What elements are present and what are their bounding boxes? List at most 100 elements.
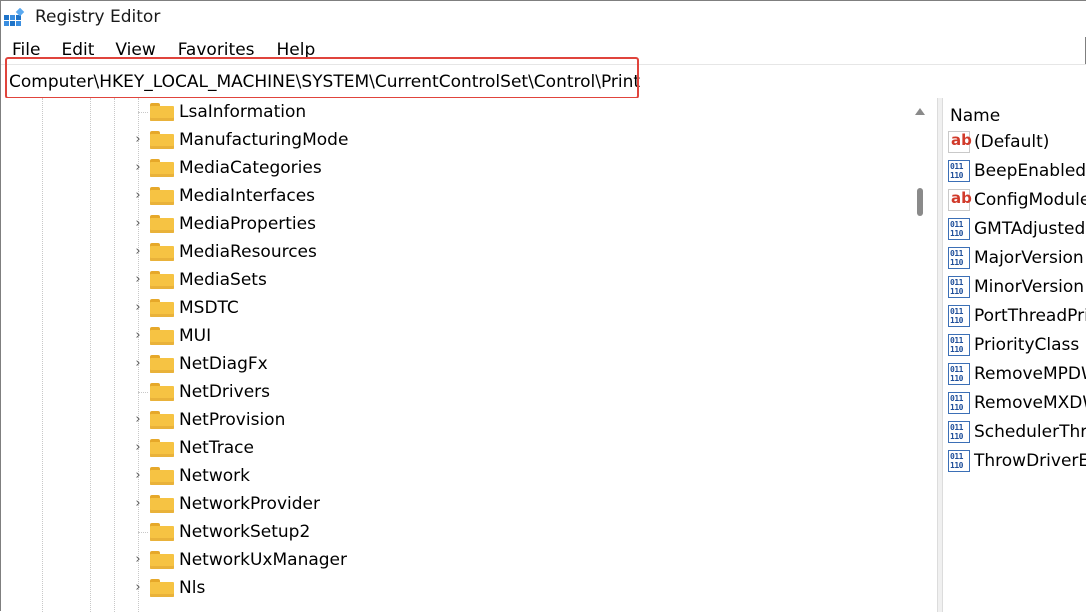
tree-item[interactable]: LsaInformation	[1, 99, 901, 127]
tree-item[interactable]: › MSDTC	[1, 295, 901, 323]
chevron-right-icon[interactable]: ›	[132, 469, 144, 483]
tree-item[interactable]: › MediaProperties	[1, 211, 901, 239]
chevron-right-icon[interactable]: ›	[132, 413, 144, 427]
folder-icon	[150, 523, 174, 541]
binary-icon-glyph: 011 110	[950, 162, 963, 180]
value-row[interactable]: 011 110 SchedulerThre	[943, 419, 1086, 448]
binary-value-icon: 011 110	[948, 160, 970, 182]
tree-item[interactable]: NetDrivers	[1, 379, 901, 407]
title-bar: Registry Editor	[1, 1, 1086, 37]
address-path[interactable]: Computer\HKEY_LOCAL_MACHINE\SYSTEM\Curre…	[9, 72, 640, 92]
chevron-right-icon[interactable]: ›	[132, 133, 144, 147]
chevron-right-icon[interactable]: ›	[132, 581, 144, 595]
value-name: BeepEnabled	[974, 161, 1086, 181]
chevron-right-icon[interactable]: ›	[132, 301, 144, 315]
tree-item-label: MediaSets	[179, 270, 267, 290]
tree-item-label: NetDrivers	[179, 382, 271, 402]
string-value-icon: ab	[948, 131, 972, 153]
folder-icon	[150, 159, 174, 177]
registry-editor-icon	[4, 8, 25, 26]
tree-item[interactable]: NetworkSetup2	[1, 519, 901, 547]
tree-item[interactable]: › NetProvision	[1, 407, 901, 435]
tree-item[interactable]: › NetDiagFx	[1, 351, 901, 379]
value-name: GMTAdjustedF	[974, 219, 1086, 239]
chevron-right-icon[interactable]: ›	[132, 189, 144, 203]
tree-item[interactable]: › MediaResources	[1, 239, 901, 267]
binary-value-icon: 011 110	[948, 450, 970, 472]
folder-icon	[150, 215, 174, 233]
menu-help[interactable]: Help	[277, 37, 316, 63]
value-name: SchedulerThre	[974, 422, 1086, 442]
tree-item[interactable]: › Network	[1, 463, 901, 491]
tree-item-label: MediaCategories	[179, 158, 322, 178]
menu-view[interactable]: View	[115, 37, 155, 63]
tree-item[interactable]: › NetworkUxManager	[1, 547, 901, 575]
key-tree-pane[interactable]: LsaInformation › ManufacturingMode › MediaCa…	[1, 98, 937, 612]
value-row[interactable]: ab (Default)	[943, 129, 1086, 158]
tree-item[interactable]: › NetTrace	[1, 435, 901, 463]
value-row[interactable]: 011 110 PriorityClass	[943, 332, 1086, 361]
value-row[interactable]: 011 110 RemoveMXDW	[943, 390, 1086, 419]
binary-icon-glyph: 011 110	[950, 278, 963, 296]
tree-item-label: Nls	[179, 578, 206, 598]
tree-item-label: NetworkUxManager	[179, 550, 347, 570]
chevron-right-icon[interactable]: ›	[132, 217, 144, 231]
chevron-right-icon[interactable]: ›	[132, 497, 144, 511]
tree-item[interactable]: › NetworkProvider	[1, 491, 901, 519]
chevron-right-icon[interactable]: ›	[132, 441, 144, 455]
tree-item-label: MediaResources	[179, 242, 317, 262]
binary-icon-glyph: 011 110	[950, 220, 963, 238]
scroll-thumb[interactable]	[917, 188, 923, 216]
menu-favorites[interactable]: Favorites	[178, 37, 255, 63]
value-row[interactable]: 011 110 BeepEnabled	[943, 158, 1086, 187]
tree-item[interactable]: › MUI	[1, 323, 901, 351]
values-pane[interactable]: Name ab (Default) 011 110 BeepEnabled ab Conf…	[943, 98, 1086, 612]
value-row[interactable]: 011 110 MajorVersion	[943, 245, 1086, 274]
chevron-right-icon[interactable]: ›	[132, 161, 144, 175]
binary-value-icon: 011 110	[948, 363, 970, 385]
menu-edit[interactable]: Edit	[61, 37, 94, 63]
string-icon-glyph: ab	[951, 189, 972, 207]
value-row[interactable]: ab ConfigModule	[943, 187, 1086, 216]
binary-icon-glyph: 011 110	[950, 394, 963, 412]
binary-icon-glyph: 011 110	[950, 336, 963, 354]
folder-icon	[150, 439, 174, 457]
folder-icon	[150, 187, 174, 205]
tree-connector-line	[138, 532, 148, 533]
tree-connector-line	[138, 112, 148, 113]
folder-icon	[150, 131, 174, 149]
tree-item[interactable]: › MediaSets	[1, 267, 901, 295]
menu-file[interactable]: File	[12, 37, 40, 63]
value-name: MajorVersion	[974, 248, 1084, 268]
tree-item[interactable]: › MediaCategories	[1, 155, 901, 183]
chevron-right-icon[interactable]: ›	[132, 329, 144, 343]
chevron-right-icon[interactable]: ›	[132, 245, 144, 259]
folder-icon	[150, 243, 174, 261]
chevron-right-icon[interactable]: ›	[132, 357, 144, 371]
folder-icon	[150, 411, 174, 429]
tree-item[interactable]: › ManufacturingMode	[1, 127, 901, 155]
tree-scrollbar[interactable]	[907, 98, 933, 612]
scroll-up-arrow-icon[interactable]	[915, 108, 925, 115]
tree-item-label: MUI	[179, 326, 212, 346]
tree-item[interactable]: › MediaInterfaces	[1, 183, 901, 211]
folder-icon	[150, 103, 174, 121]
tree-item-label: NetTrace	[179, 438, 254, 458]
value-row[interactable]: 011 110 RemoveMPDW	[943, 361, 1086, 390]
value-name: ConfigModule	[974, 190, 1086, 210]
binary-icon-glyph: 011 110	[950, 423, 963, 441]
value-row[interactable]: 011 110 MinorVersion	[943, 274, 1086, 303]
chevron-right-icon[interactable]: ›	[132, 273, 144, 287]
binary-icon-glyph: 011 110	[950, 249, 963, 267]
value-row[interactable]: 011 110 GMTAdjustedF	[943, 216, 1086, 245]
tree-item[interactable]: › Nls	[1, 575, 901, 603]
tree-item-label: MSDTC	[179, 298, 239, 318]
value-row[interactable]: 011 110 PortThreadPrio	[943, 303, 1086, 332]
folder-icon	[150, 579, 174, 597]
binary-value-icon: 011 110	[948, 218, 970, 240]
chevron-right-icon[interactable]: ›	[132, 553, 144, 567]
column-header-name[interactable]: Name	[950, 106, 1000, 126]
value-row[interactable]: 011 110 ThrowDriverEx	[943, 448, 1086, 477]
address-bar[interactable]: Computer\HKEY_LOCAL_MACHINE\SYSTEM\Curre…	[1, 64, 1086, 100]
value-name: RemoveMXDW	[974, 393, 1086, 413]
